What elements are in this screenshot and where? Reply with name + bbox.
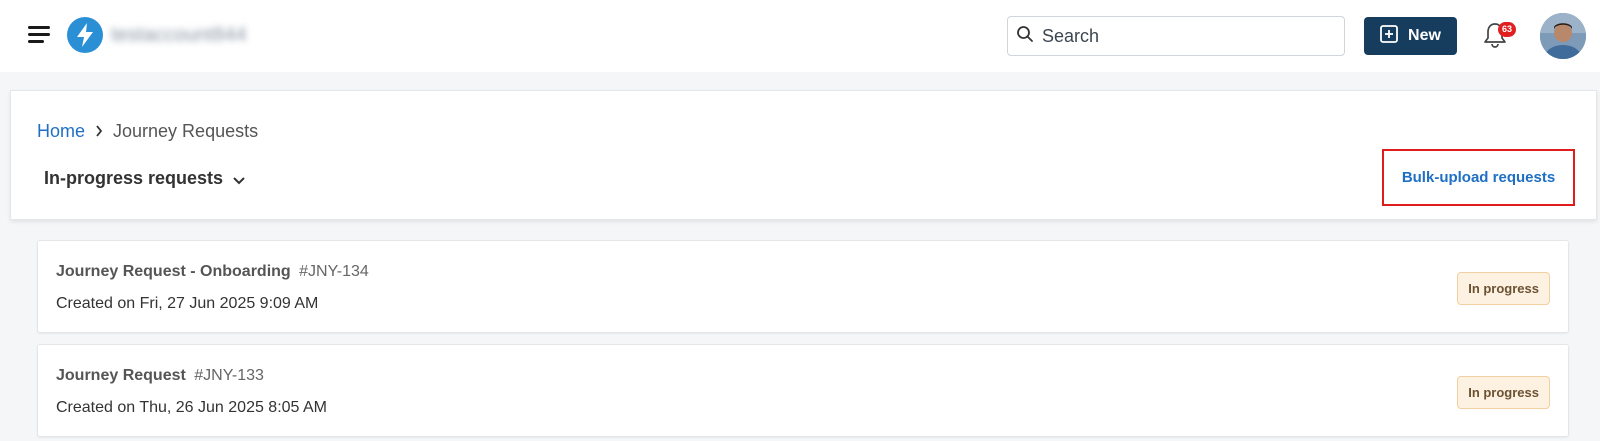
new-button-label: New xyxy=(1408,27,1441,44)
top-bar: testaccount844 New 63 xyxy=(0,0,1600,72)
chevron-right-icon xyxy=(95,124,103,140)
breadcrumb-current: Journey Requests xyxy=(113,121,259,141)
request-title: Journey Request - Onboarding xyxy=(56,263,291,280)
status-badge: In progress xyxy=(1457,272,1550,305)
user-avatar[interactable] xyxy=(1540,13,1586,59)
status-badge: In progress xyxy=(1457,376,1550,409)
lightning-logo-icon[interactable] xyxy=(67,17,103,53)
request-title: Journey Request xyxy=(56,367,186,384)
request-title-row: Journey Request - Onboarding #JNY-134 xyxy=(56,263,369,281)
filter-label: In-progress requests xyxy=(44,168,224,188)
request-created-date: Created on Thu, 26 Jun 2025 8:05 AM xyxy=(56,399,328,416)
request-card[interactable]: Journey Request - Onboarding #JNY-134 Cr… xyxy=(37,240,1569,333)
bulk-upload-requests-link[interactable]: Bulk-upload requests xyxy=(1402,169,1555,186)
search-box[interactable] xyxy=(1007,16,1345,56)
page-header: Home Journey Requests In-progress reques… xyxy=(10,90,1597,220)
search-icon xyxy=(1016,25,1034,48)
search-input[interactable] xyxy=(1042,25,1332,47)
highlight-box: Bulk-upload requests xyxy=(1382,149,1575,206)
request-id: #JNY-134 xyxy=(299,263,369,280)
breadcrumb: Home Journey Requests xyxy=(37,121,258,142)
chevron-down-icon xyxy=(233,169,245,190)
request-created-date: Created on Fri, 27 Jun 2025 9:09 AM xyxy=(56,295,319,312)
request-card[interactable]: Journey Request #JNY-133 Created on Thu,… xyxy=(37,344,1569,437)
breadcrumb-home-link[interactable]: Home xyxy=(37,121,85,142)
request-title-row: Journey Request #JNY-133 xyxy=(56,367,264,385)
notification-count-badge: 63 xyxy=(1498,22,1516,37)
account-name: testaccount844 xyxy=(111,24,247,46)
request-id: #JNY-133 xyxy=(194,367,264,384)
hamburger-menu-icon[interactable] xyxy=(28,24,52,46)
new-button[interactable]: New xyxy=(1364,17,1457,55)
request-filter-dropdown[interactable]: In-progress requests xyxy=(44,167,245,190)
plus-square-icon xyxy=(1380,24,1398,48)
